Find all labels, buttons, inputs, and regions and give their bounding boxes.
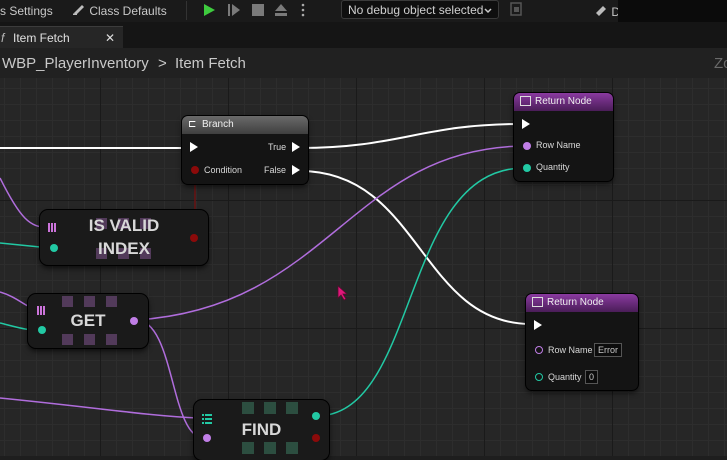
return-node-error-header: Return Node <box>526 294 638 312</box>
branch-icon: ⊏ <box>188 119 197 130</box>
is-valid-title-line2: INDEX <box>98 239 150 258</box>
find-title: FIND <box>241 420 282 439</box>
return-error-rowname-field[interactable]: Error <box>594 343 622 357</box>
node-bg-square <box>286 442 298 454</box>
debug-filter-button[interactable] <box>509 1 523 19</box>
class-defaults-button[interactable]: Class Defaults <box>72 2 167 20</box>
return-node-success-header: Return Node <box>514 93 613 111</box>
is-valid-index-node[interactable]: IS VALID INDEX <box>40 210 208 265</box>
function-icon <box>532 297 543 308</box>
return-success-quantity-label: Quantity <box>536 162 570 172</box>
node-bg-square <box>264 442 276 454</box>
stop-icon <box>251 4 265 20</box>
return-success-quantity-pin[interactable] <box>523 164 531 172</box>
return-node-success[interactable]: Return Node Row Name Quantity <box>514 93 613 181</box>
return-error-quantity-label: Quantity <box>548 372 582 382</box>
node-bg-square <box>286 402 298 414</box>
branch-true-pin[interactable] <box>292 142 300 152</box>
wires-layer <box>0 123 531 439</box>
is-valid-return-pin[interactable] <box>190 234 198 242</box>
branch-true-label: True <box>268 142 287 152</box>
is-valid-title-line1: IS VALID <box>88 216 160 235</box>
node-bg-square <box>106 334 117 345</box>
branch-condition-pin[interactable] <box>191 166 199 174</box>
breadcrumb-root[interactable]: WBP_PlayerInventory <box>2 55 149 72</box>
eject-button[interactable] <box>274 3 288 21</box>
close-icon[interactable]: ✕ <box>105 27 115 49</box>
exec-wire-true <box>299 123 523 149</box>
branch-false-pin[interactable] <box>292 165 300 175</box>
return-error-rowname-pin[interactable] <box>535 346 543 354</box>
stop-button[interactable] <box>251 3 265 21</box>
node-bg-square <box>264 402 276 414</box>
branch-exec-in-pin[interactable] <box>190 142 198 152</box>
more-icon <box>300 3 306 20</box>
breadcrumb: WBP_PlayerInventory > Item Fetch Zo <box>0 48 727 78</box>
document-tab-bar: f Item Fetch ✕ <box>0 22 727 49</box>
branch-title: Branch <box>202 119 234 130</box>
breadcrumb-current: Item Fetch <box>175 55 246 72</box>
debug-select-value: No debug object selected <box>348 3 484 17</box>
partial-icon <box>594 5 608 19</box>
branch-node[interactable]: ⊏ Branch Condition True False <box>182 116 308 184</box>
node-bg-square <box>62 334 73 345</box>
step-icon <box>227 4 241 20</box>
exec-wire-false <box>299 170 531 325</box>
play-icon <box>202 4 216 20</box>
return-node-error[interactable]: Return Node Row Name Error Quantity 0 <box>526 294 638 390</box>
play-button[interactable] <box>202 3 216 21</box>
node-bg-square <box>84 296 95 307</box>
branch-condition-label: Condition <box>204 165 243 175</box>
return-node-success-title: Return Node <box>535 96 592 107</box>
get-output-pin[interactable] <box>130 317 138 325</box>
return-error-exec-pin[interactable] <box>534 320 542 330</box>
mouse-cursor-icon <box>337 285 349 306</box>
top-toolbar: s Settings Class Defaults No debug objec… <box>0 0 727 36</box>
node-bg-square <box>242 442 254 454</box>
blueprint-settings-button[interactable]: s Settings <box>0 2 53 20</box>
zoom-label: Zo <box>714 55 727 72</box>
return-node-error-title: Return Node <box>547 297 604 308</box>
function-icon <box>520 96 531 107</box>
return-error-quantity-field[interactable]: 0 <box>585 370 599 384</box>
find-output-pin[interactable] <box>312 412 320 420</box>
node-bg-square <box>62 296 73 307</box>
return-success-rowname-pin[interactable] <box>523 142 531 150</box>
name-wire-left-to-find <box>0 397 199 419</box>
toolbar-divider <box>186 1 187 20</box>
node-bg-square <box>84 334 95 345</box>
settings-label: s Settings <box>0 4 53 18</box>
return-success-rowname-label: Row Name <box>536 140 581 150</box>
return-success-exec-pin[interactable] <box>522 119 530 129</box>
more-options-button[interactable] <box>300 3 306 21</box>
return-error-quantity-pin[interactable] <box>535 373 543 381</box>
node-bg-square <box>106 296 117 307</box>
return-error-rowname-label: Row Name <box>548 345 593 355</box>
eject-icon <box>274 4 288 20</box>
tab-item-fetch[interactable]: f Item Fetch ✕ <box>0 26 123 49</box>
debug-filter-icon <box>509 2 523 20</box>
tab-label: Item Fetch <box>13 31 70 45</box>
class-defaults-label: Class Defaults <box>89 4 167 18</box>
graph-canvas[interactable]: ⊏ Branch Condition True False Return Nod… <box>0 78 727 460</box>
step-button[interactable] <box>227 3 241 21</box>
toolbar-partial-button[interactable]: D <box>594 2 620 20</box>
function-icon: f <box>1 31 5 45</box>
branch-false-label: False <box>264 165 287 175</box>
branch-node-header: ⊏ Branch <box>182 116 308 134</box>
find-node[interactable]: FIND <box>194 400 329 460</box>
breadcrumb-separator: > <box>158 55 167 72</box>
get-node[interactable]: GET <box>28 294 148 348</box>
node-bg-square <box>242 402 254 414</box>
debug-object-select[interactable]: No debug object selected <box>341 0 499 19</box>
find-bool-pin[interactable] <box>312 434 320 442</box>
class-defaults-icon <box>72 2 86 20</box>
